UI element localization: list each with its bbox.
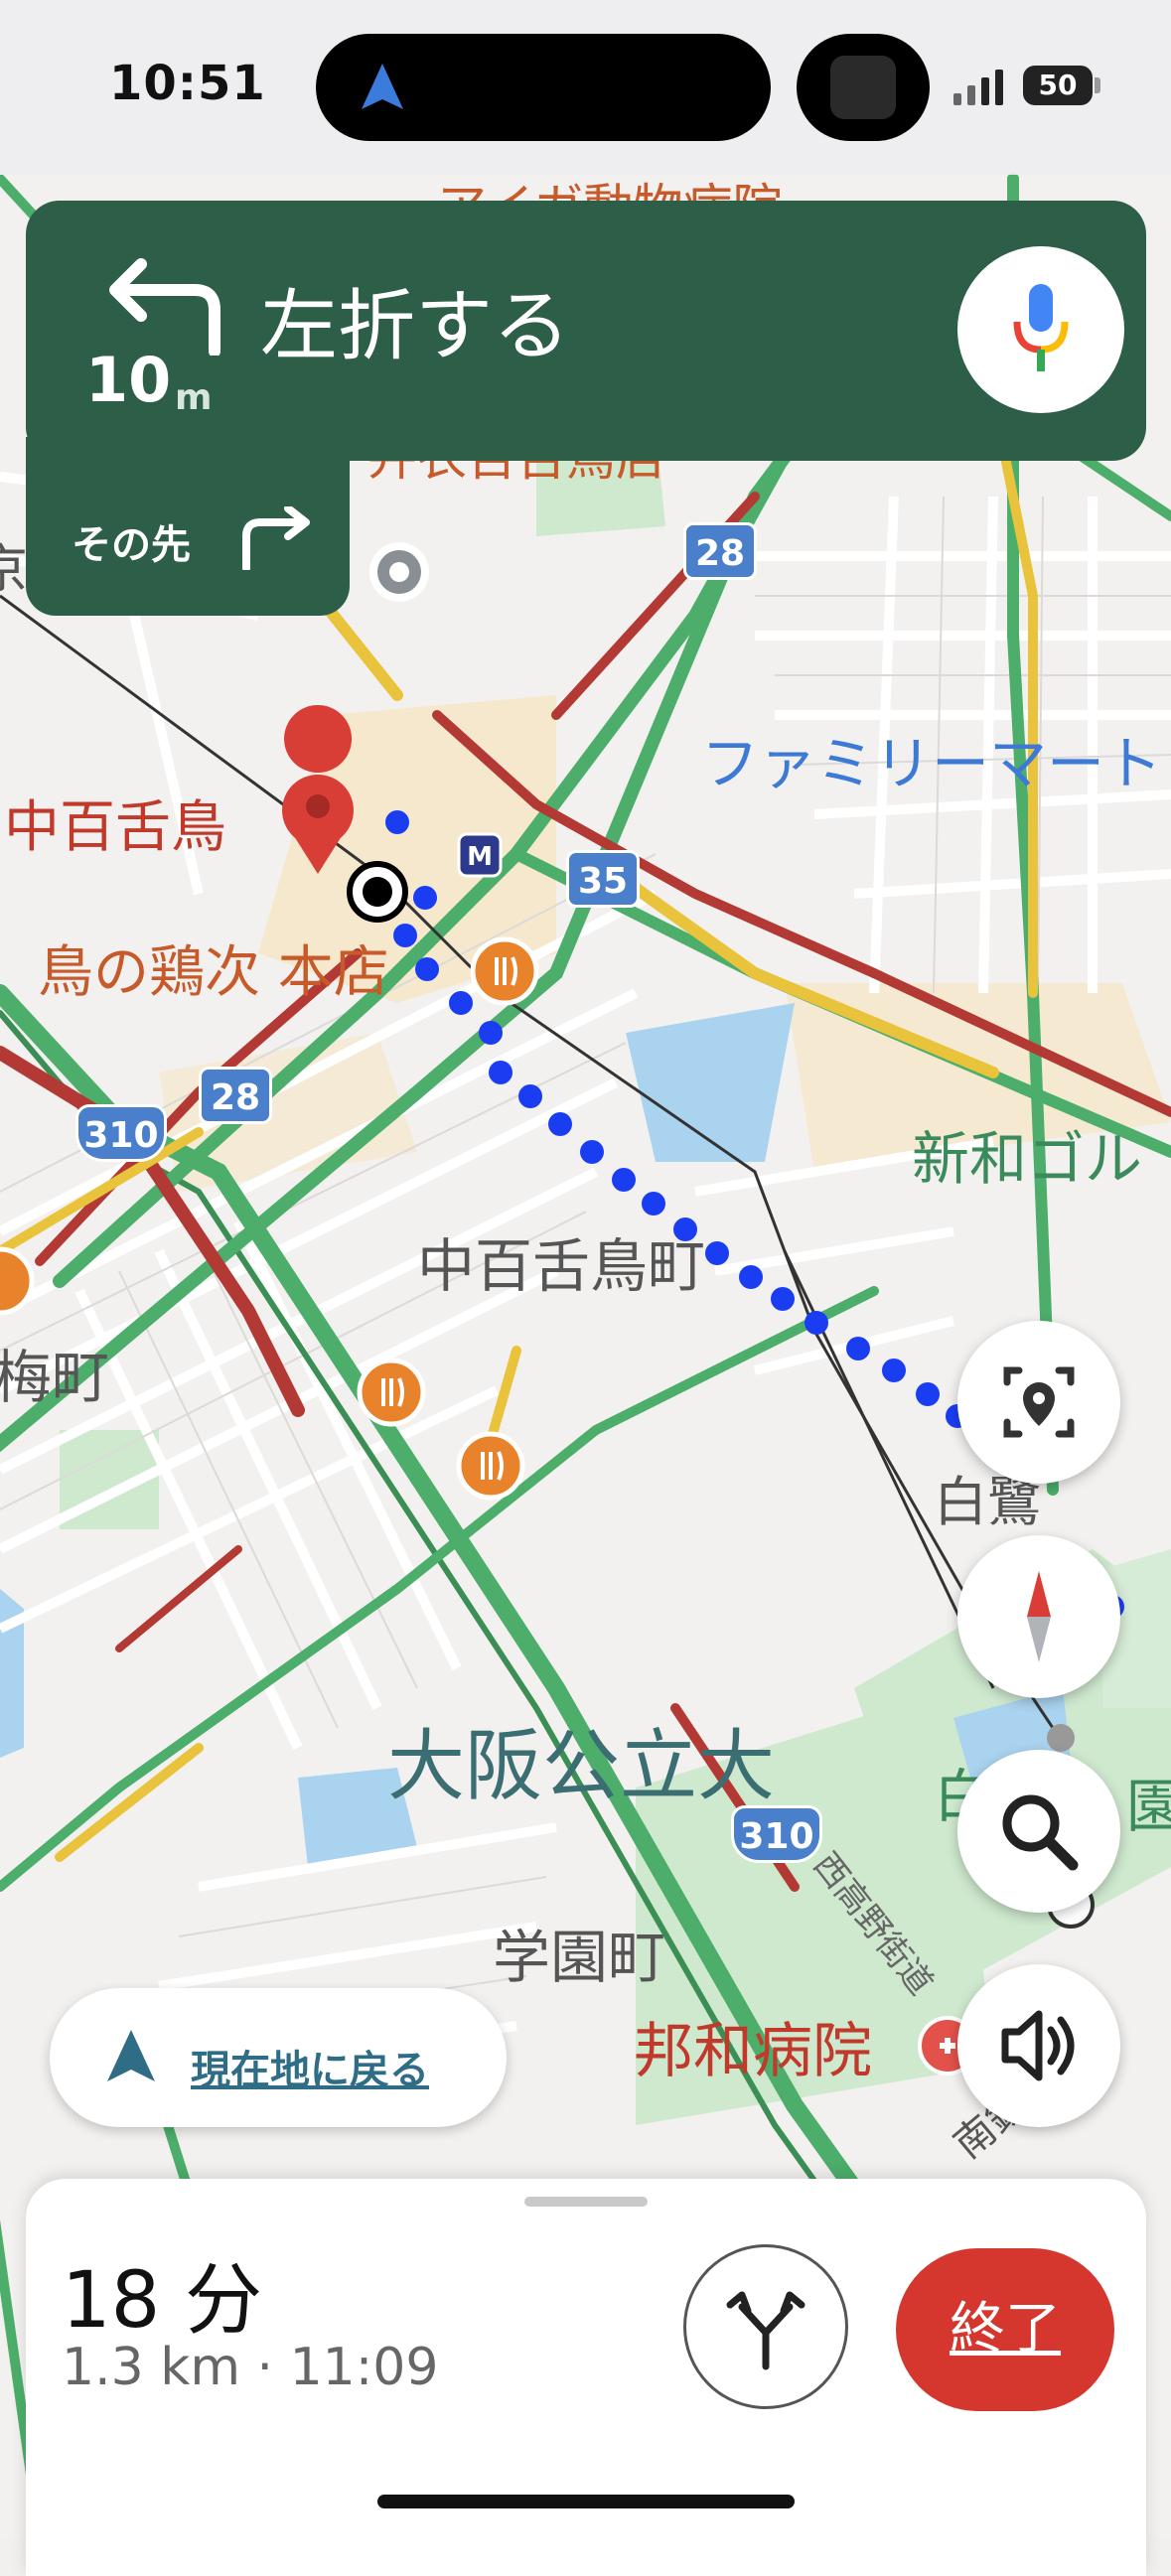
map-label-shirasagi: 白鷺 — [934, 1471, 1041, 1533]
turn-right-icon — [242, 506, 310, 570]
volume-icon — [1001, 2010, 1075, 2081]
road-badge-28-top: 28 — [683, 522, 757, 580]
road-badge-28-left: 28 — [199, 1067, 272, 1124]
road-badge-310-left: 310 — [75, 1104, 167, 1162]
map-label-university: 大阪公立大 — [387, 1722, 776, 1811]
turn-distance: 10 — [85, 344, 172, 416]
route-split-icon — [726, 2291, 805, 2370]
map-label-golf: 新和ゴル — [912, 1125, 1143, 1193]
compass-icon — [1027, 1571, 1051, 1662]
status-time: 10:51 — [109, 56, 266, 111]
sound-button[interactable] — [957, 1964, 1120, 2127]
map-label-station: 中百舌鳥 — [4, 795, 226, 860]
location-lens-button[interactable] — [957, 1321, 1120, 1484]
then-label: その先 — [72, 522, 191, 568]
sheet-drag-handle[interactable] — [524, 2197, 648, 2207]
dynamic-island-extra — [797, 34, 930, 141]
road-badge-35: 35 — [566, 850, 640, 908]
eta-distance-arrival: 1.3 km · 11:09 — [62, 2338, 439, 2397]
battery-indicator: 50 — [1023, 66, 1093, 105]
road-badge-310-bottom: 310 — [731, 1805, 822, 1863]
recenter-button[interactable]: 現在地に戻る — [50, 1988, 507, 2127]
search-icon — [1002, 1794, 1079, 1871]
turn-left-icon — [109, 258, 220, 356]
recenter-label: 現在地に戻る — [191, 2048, 429, 2093]
scan-location-icon — [1003, 1366, 1075, 1438]
search-button[interactable] — [957, 1750, 1120, 1913]
end-navigation-button[interactable]: 終了 — [896, 2248, 1114, 2411]
navigation-instruction-card[interactable]: 10 m 左折する — [26, 201, 1146, 461]
navigation-arrow-icon — [107, 2030, 155, 2081]
alternate-routes-button[interactable] — [683, 2244, 848, 2409]
dynamic-island — [316, 34, 771, 141]
map-label-hospital: 邦和病院 — [634, 2017, 872, 2086]
status-bar: 10:51 50 — [0, 0, 1171, 175]
svg-text:M: M — [467, 842, 493, 872]
trip-bottom-sheet[interactable]: 18 分 1.3 km · 11:09 終了 — [26, 2179, 1146, 2576]
map-label-town-nakamozu: 中百舌鳥町 — [417, 1232, 706, 1300]
eta-minutes: 18 分 — [62, 2256, 263, 2346]
microphone-icon — [1013, 284, 1069, 371]
map-label-gakuen: 学園町 — [493, 1924, 666, 1991]
turn-distance-unit: m — [175, 377, 213, 418]
app-activity-icon — [830, 56, 896, 119]
then-instruction-card[interactable]: その先 — [26, 437, 350, 616]
map-label-town-ume: 梅町 — [0, 1344, 110, 1411]
battery-tip — [1095, 77, 1100, 93]
home-indicator[interactable] — [377, 2495, 795, 2508]
map-label-familymart: ファミリーマート — [701, 730, 1163, 797]
compass-button[interactable] — [957, 1535, 1120, 1698]
map-label-restaurant: 鳥の鶏次 本店 — [38, 940, 389, 1005]
map-label-left-cut: 京 — [0, 540, 29, 600]
signal-icon — [953, 70, 1003, 105]
voice-input-button[interactable] — [957, 246, 1124, 413]
map-label-park-cut2: 園 — [1126, 1773, 1171, 1840]
navigation-arrow-icon — [362, 64, 403, 109]
turn-instruction: 左折する — [260, 282, 571, 371]
battery-level: 50 — [1038, 69, 1078, 101]
